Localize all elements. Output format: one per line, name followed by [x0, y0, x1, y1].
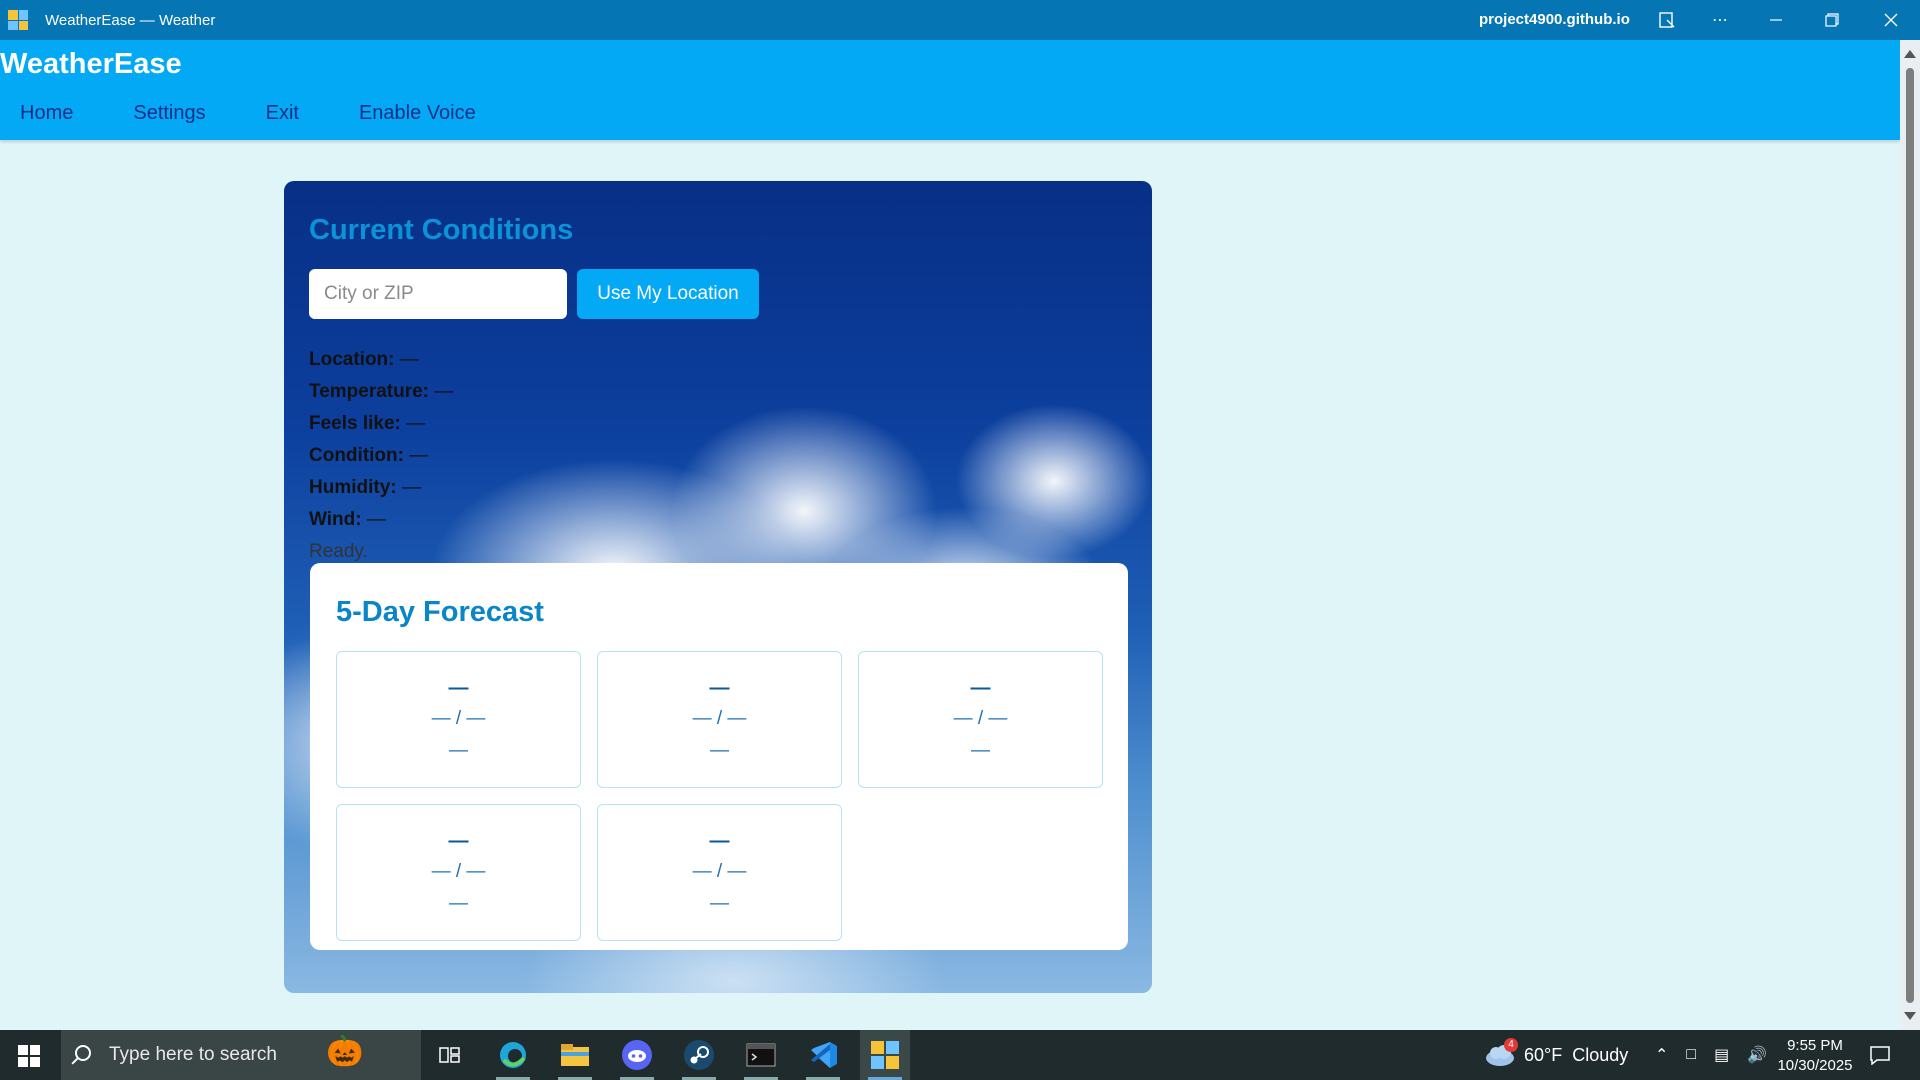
halloween-search-highlight-icon[interactable]: 🎃	[326, 1034, 363, 1069]
weatherease-app-icon[interactable]	[860, 1030, 910, 1080]
nav-exit[interactable]: Exit	[266, 102, 299, 125]
clock-time: 9:55 PM	[1787, 1037, 1843, 1054]
terminal-icon[interactable]	[736, 1030, 786, 1080]
wind-label: Wind:	[309, 509, 362, 530]
meet-now-icon[interactable]: □	[1686, 1046, 1696, 1064]
window-title: WeatherEase — Weather	[45, 11, 216, 29]
scroll-thumb[interactable]	[1906, 68, 1914, 1003]
forecast-temps: — / —	[431, 860, 486, 882]
network-icon[interactable]: ▤	[1714, 1045, 1729, 1065]
notifications-icon[interactable]	[1855, 1030, 1905, 1080]
windows-start-icon[interactable]	[18, 1045, 40, 1067]
current-conditions-card: Current Conditions Use My Location Locat…	[284, 181, 1152, 993]
nav-home[interactable]: Home	[20, 102, 73, 125]
forecast-condition: —	[449, 739, 468, 761]
wind-value: —	[366, 509, 386, 530]
scroll-up-icon[interactable]	[1904, 50, 1916, 58]
forecast-condition: —	[449, 892, 468, 914]
app-available-icon[interactable]	[1650, 6, 1684, 34]
more-options-icon[interactable]: ⋯	[1703, 6, 1737, 34]
use-my-location-button[interactable]: Use My Location	[577, 269, 759, 319]
weather-widget[interactable]: 4 60°F Cloudy	[1484, 1030, 1628, 1080]
file-explorer-icon[interactable]	[550, 1030, 600, 1080]
search-icon	[75, 1045, 91, 1061]
weather-badge: 4	[1504, 1038, 1518, 1052]
temperature-value: —	[434, 381, 454, 402]
condition-label: Condition:	[309, 445, 404, 466]
site-url: project4900.github.io	[1479, 11, 1630, 28]
forecast-panel: 5-Day Forecast — — / — — — — / — — — — /…	[310, 563, 1128, 950]
wind-row: Wind: —	[309, 504, 453, 536]
forecast-temps: — / —	[431, 707, 486, 729]
forecast-day: —	[448, 676, 469, 699]
taskbar-clock[interactable]: 9:55 PM 10/30/2025	[1770, 1036, 1860, 1076]
weather-summary: 60°F Cloudy	[1524, 1044, 1629, 1065]
temperature-label: Temperature:	[309, 381, 430, 402]
forecast-day-card: — — / — —	[858, 651, 1103, 788]
chevron-up-icon[interactable]: ⌃	[1655, 1045, 1668, 1065]
scroll-down-icon[interactable]	[1904, 1012, 1916, 1020]
volume-icon[interactable]: 🔊	[1747, 1045, 1767, 1065]
feels-like-value: —	[406, 413, 426, 434]
feels-like-row: Feels like: —	[309, 408, 453, 440]
forecast-day: —	[709, 829, 730, 852]
edge-browser-icon[interactable]	[488, 1030, 538, 1080]
conditions-list: Location: — Temperature: — Feels like: —…	[309, 344, 453, 568]
forecast-day-card: — — / — —	[597, 651, 842, 788]
humidity-value: —	[401, 477, 421, 498]
forecast-grid: — — / — — — — / — — — — / — — — — / — — …	[336, 651, 1103, 941]
brand-title: WeatherEase	[0, 48, 182, 80]
taskbar-search[interactable]: Type here to search 🎃	[61, 1030, 421, 1080]
nav-settings[interactable]: Settings	[133, 102, 205, 125]
temperature-row: Temperature: —	[309, 376, 453, 408]
forecast-day: —	[448, 829, 469, 852]
current-conditions-heading: Current Conditions	[309, 214, 574, 246]
condition-value: —	[409, 445, 429, 466]
taskbar-search-placeholder: Type here to search	[109, 1044, 277, 1065]
forecast-temps: — / —	[692, 707, 747, 729]
location-row: Location: —	[309, 344, 453, 376]
vscode-icon[interactable]	[798, 1030, 848, 1080]
forecast-condition: —	[710, 892, 729, 914]
restore-icon[interactable]	[1815, 6, 1849, 34]
window-titlebar: WeatherEase — Weather project4900.github…	[0, 0, 1920, 40]
discord-icon[interactable]	[612, 1030, 662, 1080]
app-header: WeatherEase Home Settings Exit Enable Vo…	[0, 40, 1900, 140]
condition-row: Condition: —	[309, 440, 453, 472]
forecast-condition: —	[710, 739, 729, 761]
os-taskbar: Type here to search 🎃 4 60°F Cloudy ⌃ □ …	[0, 1030, 1920, 1080]
system-tray: ⌃ □ ▤ 🔊	[1655, 1030, 1767, 1080]
forecast-temps: — / —	[953, 707, 1008, 729]
page-scrollbar[interactable]	[1900, 40, 1920, 1030]
humidity-row: Humidity: —	[309, 472, 453, 504]
clock-date: 10/30/2025	[1777, 1057, 1853, 1074]
app-icon	[8, 10, 28, 30]
forecast-temps: — / —	[692, 860, 747, 882]
forecast-day: —	[709, 676, 730, 699]
city-zip-input[interactable]	[309, 269, 567, 319]
forecast-day-card: — — / — —	[336, 651, 581, 788]
main-nav: Home Settings Exit Enable Voice	[20, 102, 536, 125]
forecast-day-card: — — / — —	[597, 804, 842, 941]
minimize-icon[interactable]	[1759, 6, 1793, 34]
forecast-condition: —	[971, 739, 990, 761]
forecast-heading: 5-Day Forecast	[336, 596, 544, 628]
task-view-icon[interactable]	[425, 1030, 475, 1080]
nav-enable-voice[interactable]: Enable Voice	[359, 102, 476, 125]
forecast-day: —	[970, 676, 991, 699]
steam-icon[interactable]	[674, 1030, 724, 1080]
humidity-label: Humidity:	[309, 477, 397, 498]
feels-like-label: Feels like:	[309, 413, 401, 434]
location-label: Location:	[309, 349, 395, 370]
close-icon[interactable]	[1874, 6, 1908, 34]
forecast-day-card: — — / — —	[336, 804, 581, 941]
location-value: —	[399, 349, 419, 370]
